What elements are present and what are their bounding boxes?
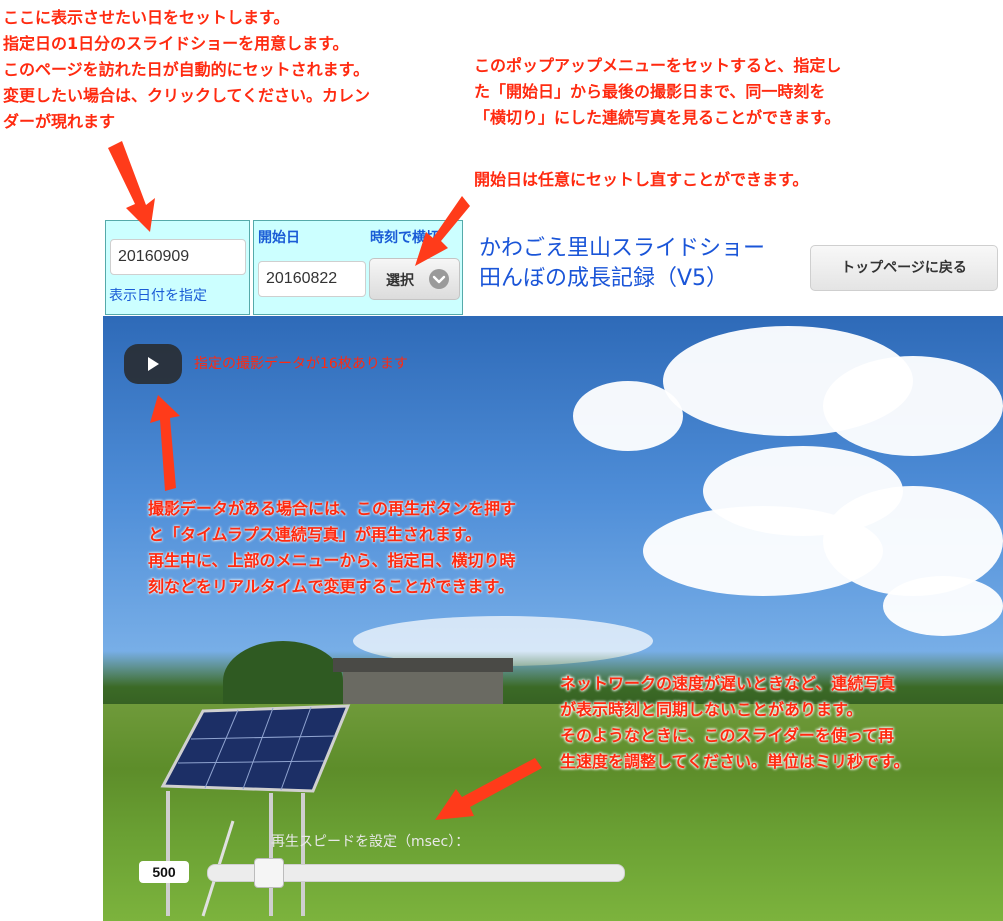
annotation-date-help: ここに表示させたい日をセットします。 指定日の1日分のスライドショーを用意します… bbox=[3, 5, 370, 135]
annotation-arrows bbox=[103, 218, 1003, 921]
annotation-start-date: 開始日は任意にセットし直すことができます。 bbox=[474, 167, 808, 193]
annotation-line: このページを訪れた日が自動的にセットされます。 bbox=[3, 60, 370, 79]
annotation-popup-help: このポップアップメニューをセットすると、指定し た「開始日」から最後の撮影日まで… bbox=[474, 53, 841, 131]
annotation-line: ここに表示させたい日をセットします。 bbox=[3, 8, 290, 27]
annotation-line: ダーが現れます bbox=[3, 112, 116, 131]
slideshow-app: 20160909 表示日付を指定 開始日 時刻で横切 20160822 選択 か… bbox=[103, 218, 1003, 921]
annotation-line: このポップアップメニューをセットすると、指定し bbox=[474, 56, 842, 75]
annotation-line: 変更したい場合は、クリックしてください。カレン bbox=[3, 86, 371, 105]
annotation-line: 開始日は任意にセットし直すことができます。 bbox=[474, 170, 809, 189]
annotation-line: た「開始日」から最後の撮影日まで、同一時刻を bbox=[474, 82, 826, 101]
annotation-line: 「横切り」にした連続写真を見ることができます。 bbox=[474, 108, 841, 127]
annotation-line: 指定日の1日分のスライドショーを用意します。 bbox=[3, 34, 349, 53]
